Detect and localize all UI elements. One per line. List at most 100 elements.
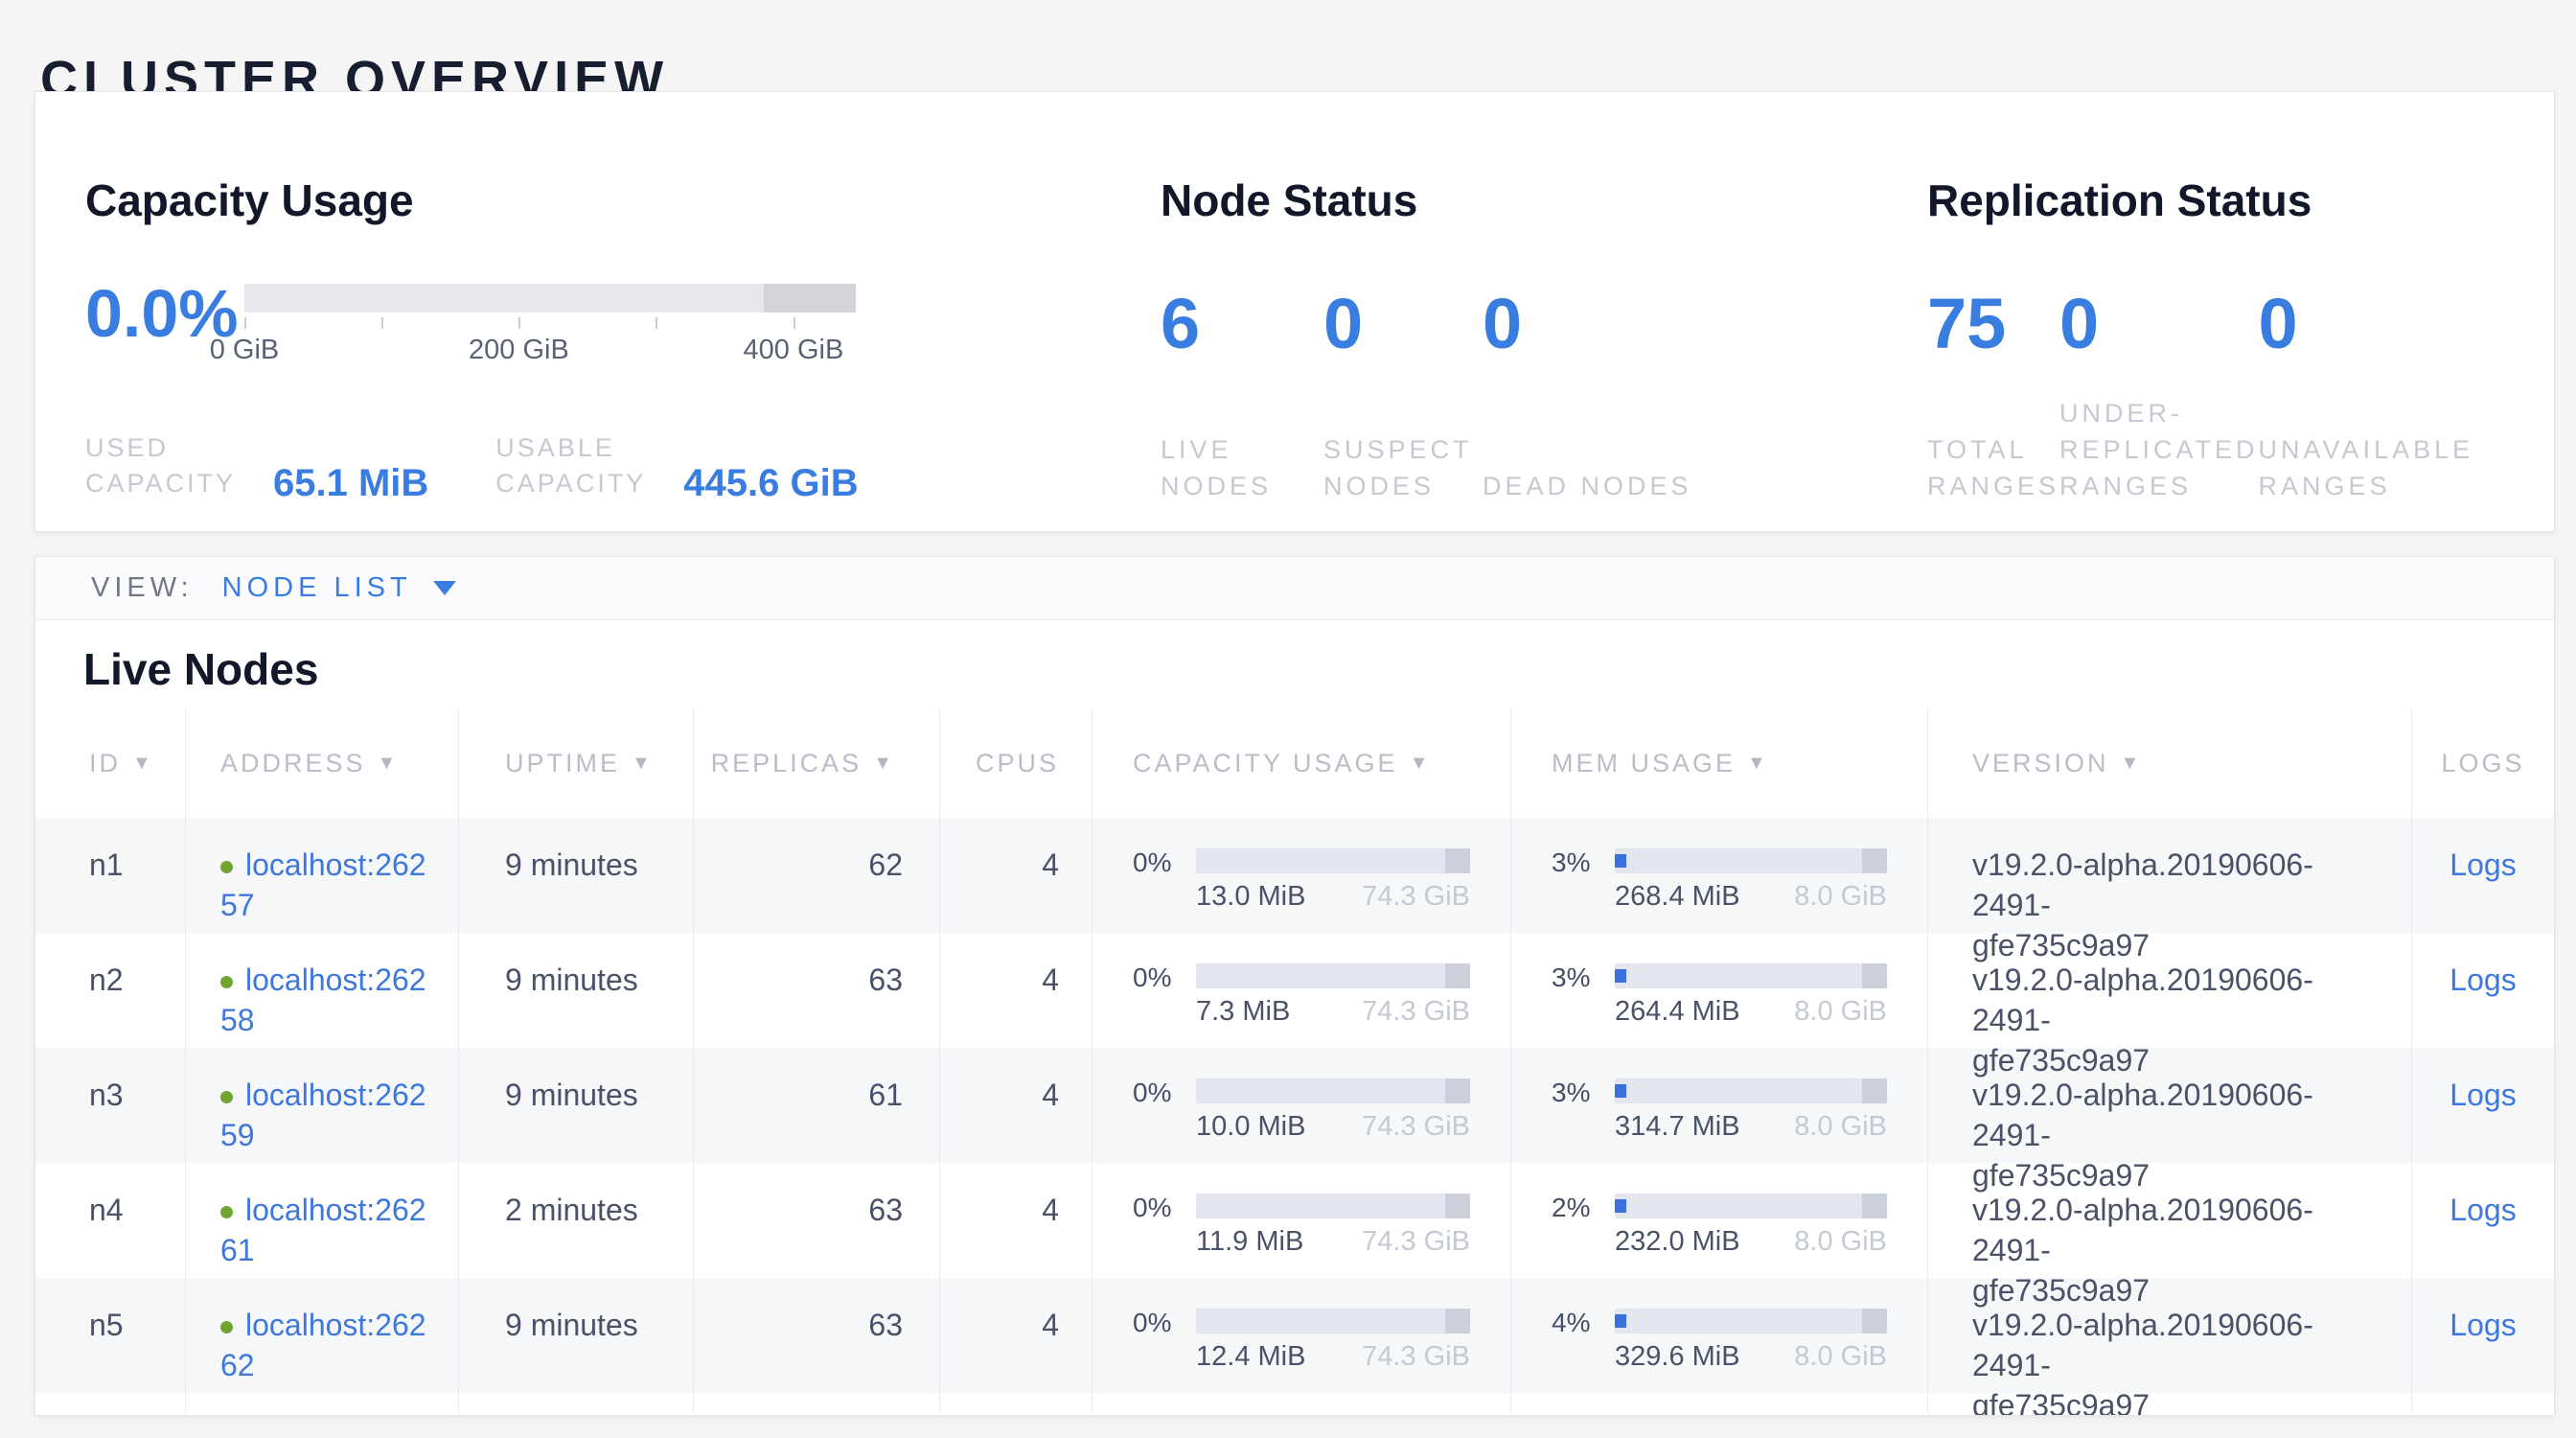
node-address-link[interactable]: localhost:26257 [220,847,431,925]
node-address-link[interactable]: localhost:26258 [220,963,431,1040]
partial-cell [694,1393,940,1413]
col-header-replicas[interactable]: REPLICAS▼ [694,708,940,818]
usable-capacity-label: USABLE CAPACITY [495,430,670,501]
mem-usage-used-value: 232.0 MiB [1615,1225,1740,1258]
view-label: VIEW: [91,572,194,604]
summary-panel: Capacity Usage 0.0% 0 GiB200 GiB400 GiB … [34,91,2555,532]
dead-nodes-stat: 0 DEAD NODES [1483,286,1692,504]
capacity-usage-bar [1196,1078,1470,1103]
col-header-version[interactable]: VERSION ▼ [1928,708,2412,818]
col-header-label: VERSION [1972,749,2109,778]
capacity-bar-area: 0 GiB200 GiB400 GiB [244,276,856,369]
node-status-title: Node Status [1161,174,1831,226]
cell-capacity-usage: 0%10.0 MiB74.3 GiB [1092,1048,1511,1163]
node-status-stats: 6 LIVE NODES 0 SUSPECT NODES 0 DEAD NODE… [1161,286,1831,504]
address-line-1: localhost:262 [245,847,426,882]
cell-uptime: 9 minutes [459,818,694,933]
col-header-label: CPUS [976,749,1059,778]
col-header-logs: LOGS [2412,708,2554,818]
logs-link[interactable]: Logs [2450,1078,2516,1112]
table-row: n4localhost:262612 minutes6340%11.9 MiB7… [35,1163,2554,1278]
cell-logs: Logs [2412,1163,2554,1278]
capacity-usage-bar-end-cap [1445,848,1470,873]
mem-usage-meter: 3%314.7 MiB8.0 GiB [1552,1078,1887,1143]
dead-nodes-label: DEAD NODES [1483,468,1692,504]
cell-node-id: n2 [35,933,186,1048]
mem-usage-total-value: 8.0 GiB [1794,995,1887,1028]
col-header-capacity-usage[interactable]: CAPACITY USAGE▼ [1092,708,1511,818]
logs-link[interactable]: Logs [2450,1308,2516,1342]
node-table-body: n1localhost:262579 minutes6240%13.0 MiB7… [35,818,2554,1393]
cell-address: localhost:26257 [186,818,459,933]
node-address-link[interactable]: localhost:26261 [220,1193,431,1270]
capacity-usage-bar [1196,1309,1470,1334]
capacity-usage-meter: 0%10.0 MiB74.3 GiB [1133,1078,1470,1143]
table-row: n3localhost:262599 minutes6140%10.0 MiB7… [35,1048,2554,1163]
mem-usage-values: 329.6 MiB8.0 GiB [1615,1340,1887,1373]
partial-cell [186,1393,459,1413]
capacity-usage-meter: 0%13.0 MiB74.3 GiB [1133,848,1470,913]
node-address-link[interactable]: localhost:26259 [220,1078,431,1155]
capacity-usage-used-value: 10.0 MiB [1196,1110,1305,1143]
axis-tick-label: 0 GiB [210,335,280,366]
partial-cell [1511,1393,1928,1413]
partial-cell [1092,1393,1511,1413]
capacity-usage-title: Capacity Usage [85,174,926,226]
mem-usage-total-value: 8.0 GiB [1794,1110,1887,1143]
col-header-address[interactable]: ADDRESS▼ [186,708,459,818]
col-header-label: ADDRESS [220,749,366,778]
capacity-usage-total-value: 74.3 GiB [1362,1110,1470,1143]
col-header-id[interactable]: ID▼ [35,708,186,818]
mem-usage-meter: 3%264.4 MiB8.0 GiB [1552,963,1887,1028]
mem-usage-bar [1615,848,1887,873]
node-live-dot [220,976,233,988]
table-row: n5localhost:262629 minutes6340%12.4 MiB7… [35,1278,2554,1393]
capacity-usage-bar-end-cap [1445,963,1470,988]
mem-usage-percent: 3% [1552,963,1615,1028]
cell-uptime: 2 minutes [459,1163,694,1278]
capacity-usage-meter: 0%7.3 MiB74.3 GiB [1133,963,1470,1028]
cell-uptime: 9 minutes [459,933,694,1048]
cell-cpus: 4 [940,933,1092,1048]
logs-link[interactable]: Logs [2450,847,2516,882]
capacity-usage-used-value: 7.3 MiB [1196,995,1290,1028]
axis-tick [656,317,657,329]
sort-arrow-icon: ▼ [2121,753,2143,775]
mem-usage-used-value: 314.7 MiB [1615,1110,1740,1143]
capacity-usage-percent: 0% [1133,1309,1196,1373]
capacity-usage-percent: 0% [1133,963,1196,1028]
suspect-nodes-label: SUSPECT NODES [1323,431,1483,504]
mem-usage-bar-end-cap [1862,963,1887,988]
cell-logs: Logs [2412,933,2554,1048]
logs-link[interactable]: Logs [2450,963,2516,997]
cell-address: localhost:26262 [186,1278,459,1393]
axis-tick [794,317,795,329]
unavailable-ranges-stat: 0 UNAVAILABLE RANGES [2259,286,2541,504]
cell-capacity-usage: 0%11.9 MiB74.3 GiB [1092,1163,1511,1278]
col-header-uptime[interactable]: UPTIME▼ [459,708,694,818]
capacity-usage-bar-end-cap [1445,1078,1470,1103]
cell-version: v19.2.0-alpha.20190606-2491-gfe735c9a97 [1928,1048,2412,1163]
cell-mem-usage: 2%232.0 MiB8.0 GiB [1511,1163,1928,1278]
mem-usage-bar-fill [1615,1199,1626,1213]
view-dropdown[interactable]: NODE LIST [222,572,456,604]
col-header-mem-usage[interactable]: MEM USAGE▼ [1511,708,1928,818]
cell-replicas: 62 [694,818,940,933]
mem-usage-values: 264.4 MiB8.0 GiB [1615,995,1887,1028]
partial-cell [1928,1393,2412,1413]
total-ranges-label: TOTAL RANGES [1927,431,2059,504]
mem-usage-meter: 2%232.0 MiB8.0 GiB [1552,1194,1887,1258]
address-line-1: localhost:262 [245,1193,426,1227]
sort-arrow-icon: ▼ [1410,753,1432,775]
sort-arrow-icon: ▼ [132,753,154,775]
used-capacity-value: 65.1 MiB [273,463,428,503]
chevron-down-icon [433,581,456,595]
logs-link[interactable]: Logs [2450,1193,2516,1227]
mem-usage-meter-body: 268.4 MiB8.0 GiB [1615,848,1887,913]
cell-mem-usage: 3%314.7 MiB8.0 GiB [1511,1048,1928,1163]
axis-tick-label: 400 GiB [744,335,844,366]
node-address-link[interactable]: localhost:26262 [220,1308,431,1385]
mem-usage-meter-body: 314.7 MiB 8.0 GiB [1615,1078,1887,1143]
capacity-usage-bar-end-cap [1445,1309,1470,1334]
capacity-bar-end-cap [764,284,856,313]
